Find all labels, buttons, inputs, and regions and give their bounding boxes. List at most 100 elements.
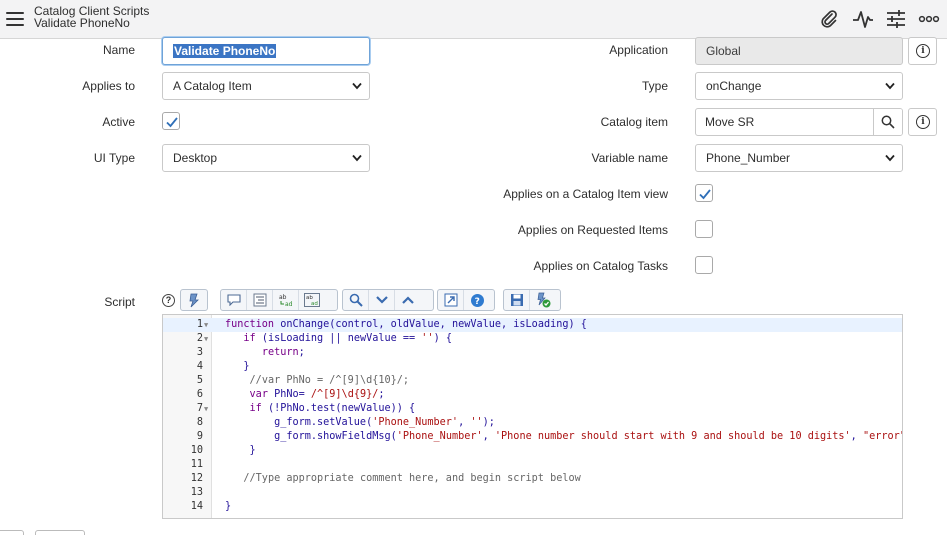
catalog-item-info-button[interactable]: i — [908, 108, 937, 136]
hamburger-menu-icon[interactable] — [6, 12, 24, 26]
script-toolbar-group-1 — [180, 289, 208, 311]
code-line[interactable]: 12 //Type appropriate comment here, and … — [163, 472, 902, 486]
help-icon[interactable]: ? — [162, 294, 175, 307]
info-icon: i — [916, 44, 930, 58]
script-editor[interactable]: 1 ▼ function onChange(control, oldValue, n… — [162, 314, 903, 519]
chevron-down-icon — [352, 154, 362, 162]
sliders-icon[interactable] — [885, 9, 907, 29]
type-value: onChange — [706, 79, 762, 93]
script-label: Script — [104, 295, 135, 309]
applies-catalog-tasks-checkbox[interactable] — [695, 256, 713, 274]
find-button[interactable] — [343, 290, 369, 310]
code-line[interactable]: 7 ▼ if (!PhNo.test(newValue)) { — [163, 402, 902, 416]
application-info-button[interactable]: i — [908, 37, 937, 65]
code-text: //var PhNo = /^[9]\d{10}/; — [249, 375, 410, 386]
fullscreen-button[interactable] — [438, 290, 464, 310]
line-number: 7 — [196, 403, 203, 414]
code-line[interactable]: 4 } — [163, 360, 902, 374]
code-line[interactable]: 10 } — [163, 444, 902, 458]
code-line[interactable]: 5 //var PhNo = /^[9]\d{10}/; — [163, 374, 902, 388]
replace-icon: abad — [279, 294, 293, 307]
catalog-item-field[interactable]: Move SR — [695, 108, 903, 136]
code-line[interactable]: 13 — [163, 486, 902, 500]
format-code-button[interactable] — [247, 290, 273, 310]
svg-text:ad: ad — [285, 301, 293, 307]
comment-icon — [226, 294, 241, 306]
fold-arrow-icon[interactable]: ▼ — [204, 402, 208, 416]
name-field[interactable]: Validate PhoneNo — [162, 37, 370, 65]
code-line[interactable]: 2 ▼ if (isLoading || newValue == '') { — [163, 332, 902, 346]
variable-name-label: Variable name — [591, 151, 669, 165]
script-toolbar-group-5 — [503, 289, 561, 311]
svg-text:ab: ab — [279, 294, 287, 301]
code-text: var PhNo= /^[9]\d{9}/; — [249, 389, 385, 400]
applies-catalog-tasks-label: Applies on Catalog Tasks — [533, 259, 668, 273]
replace-all-button[interactable]: ab ad — [299, 290, 325, 310]
format-icon — [253, 293, 266, 307]
code-line[interactable]: 6 var PhNo= /^[9]\d{9}/; — [163, 388, 902, 402]
line-number: 3 — [196, 347, 203, 358]
code-line[interactable]: 1 ▼ function onChange(control, oldValue, n… — [163, 318, 902, 332]
line-number: 13 — [190, 487, 203, 498]
line-number: 9 — [196, 431, 203, 442]
script-toolbar-group-2: ab ad ab ad — [220, 289, 338, 311]
save-icon — [510, 294, 523, 306]
activity-icon[interactable] — [852, 9, 874, 29]
chevron-down-icon — [352, 82, 362, 90]
script-toggle-button[interactable] — [181, 290, 207, 310]
applies-to-select[interactable]: A Catalog Item — [162, 72, 370, 100]
bottom-button-1[interactable] — [0, 530, 24, 535]
active-checkbox[interactable] — [162, 112, 180, 130]
application-label: Application — [609, 43, 668, 57]
application-value: Global — [706, 44, 741, 58]
code-text: } — [225, 501, 232, 512]
info-icon: i — [916, 115, 930, 129]
code-line[interactable]: 9 g_form.showFieldMsg('Phone_Number', 'P… — [163, 430, 902, 444]
checkmark-icon — [699, 189, 711, 200]
debug-script-button[interactable] — [530, 290, 556, 310]
bottom-button-2[interactable] — [35, 530, 85, 535]
ui-type-select[interactable]: Desktop — [162, 144, 370, 172]
more-icon[interactable] — [918, 9, 940, 29]
application-field: Global — [695, 37, 903, 65]
find-previous-button[interactable] — [395, 290, 421, 310]
code-text: function onChange(control, oldValue, new… — [225, 319, 587, 330]
code-line[interactable]: 14} — [163, 500, 902, 514]
applies-requested-items-label: Applies on Requested Items — [517, 223, 668, 237]
line-number: 6 — [196, 389, 203, 400]
find-next-button[interactable] — [369, 290, 395, 310]
code-text: if (isLoading || newValue == '') { — [243, 333, 452, 344]
applies-to-value: A Catalog Item — [173, 79, 252, 93]
code-line[interactable]: 11 — [163, 458, 902, 472]
line-number: 11 — [190, 459, 203, 470]
line-number: 5 — [196, 375, 203, 386]
catalog-item-label: Catalog item — [600, 115, 668, 129]
fold-arrow-icon[interactable]: ▼ — [204, 332, 208, 346]
replace-all-icon: abad — [304, 293, 320, 307]
code-text: } — [225, 445, 256, 456]
script-edit-icon — [189, 293, 199, 308]
save-script-button[interactable] — [504, 290, 530, 310]
catalog-item-lookup-button[interactable] — [873, 109, 902, 135]
replace-button[interactable]: ab ad — [273, 290, 299, 310]
code-line[interactable]: 8 g_form.setValue('Phone_Number', ''); — [163, 416, 902, 430]
code-text: //Type appropriate comment here, and beg… — [243, 473, 581, 484]
line-number: 14 — [190, 501, 203, 512]
script-help-button[interactable]: ? — [464, 290, 490, 310]
variable-name-value: Phone_Number — [706, 151, 791, 165]
fold-arrow-icon[interactable]: ▼ — [204, 318, 208, 332]
form-header: Catalog Client Scripts Validate PhoneNo — [0, 0, 947, 39]
code-line[interactable]: 3 return; — [163, 346, 902, 360]
type-select[interactable]: onChange — [695, 72, 903, 100]
script-toolbar-group-4: ? — [437, 289, 495, 311]
line-number: 8 — [196, 417, 203, 428]
chevron-down-icon — [375, 296, 388, 304]
applies-catalog-item-view-checkbox[interactable] — [695, 184, 713, 202]
variable-name-select[interactable]: Phone_Number — [695, 144, 903, 172]
chevron-down-icon — [885, 154, 895, 162]
paperclip-icon[interactable] — [819, 9, 841, 29]
code-text: g_form.setValue('Phone_Number', ''); — [225, 417, 495, 428]
applies-to-label: Applies to — [82, 79, 135, 93]
toggle-comment-button[interactable] — [221, 290, 247, 310]
applies-requested-items-checkbox[interactable] — [695, 220, 713, 238]
